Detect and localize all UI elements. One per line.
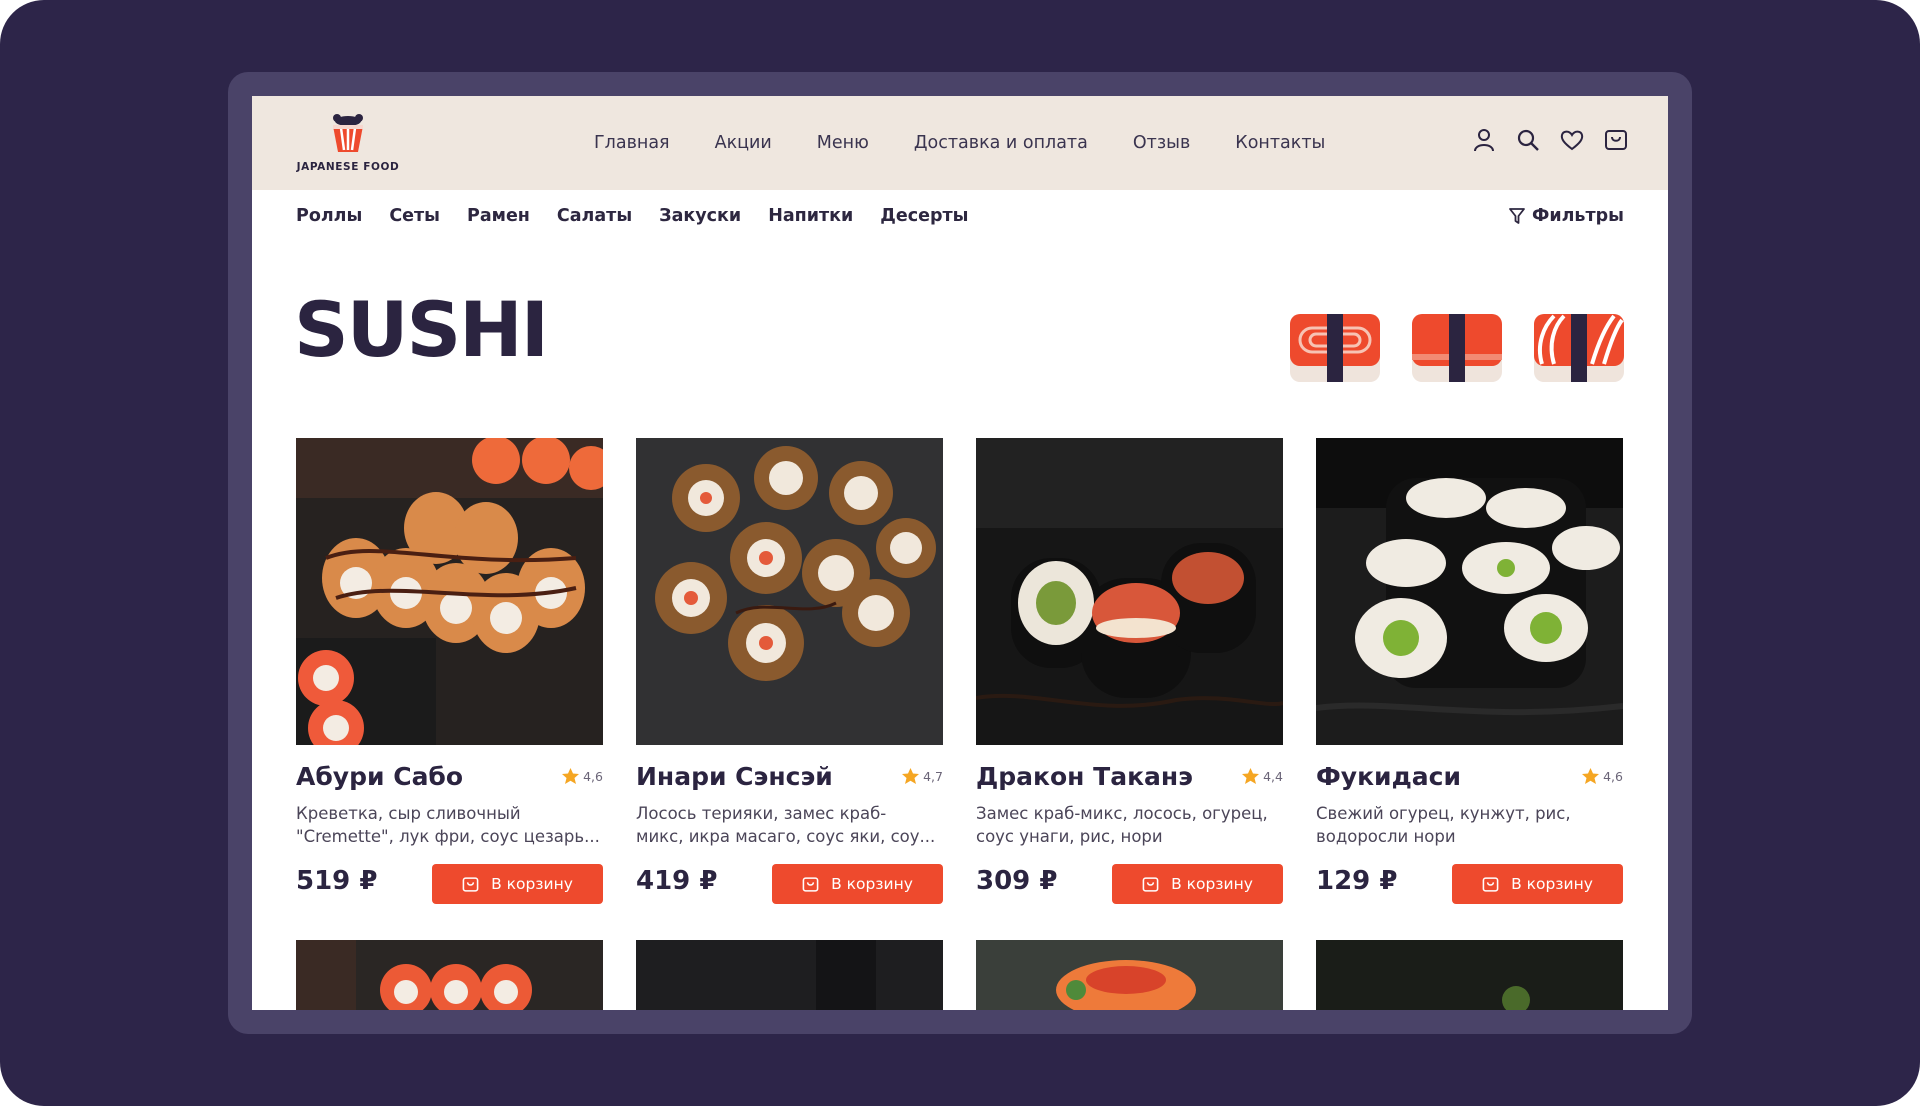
roll-type-icon[interactable]: [1290, 314, 1380, 382]
product-price: 129 ₽: [1316, 866, 1398, 896]
add-to-cart-button[interactable]: В корзину: [772, 864, 943, 904]
cart-icon: [1142, 876, 1159, 892]
product-image[interactable]: [296, 940, 603, 1010]
heart-icon[interactable]: [1560, 126, 1584, 154]
cart-icon[interactable]: [1604, 126, 1628, 154]
description-line: Креветка, сыр сливочный: [296, 804, 521, 823]
category-drinks[interactable]: Напитки: [768, 206, 853, 226]
product-price: 309 ₽: [976, 866, 1058, 896]
category-ramen[interactable]: Рамен: [467, 206, 530, 226]
description-line: микс, икра масаго, соус яки, соу...: [636, 827, 936, 846]
page-viewport: JAPANESE FOOD Главная Акции Меню Доставк…: [252, 96, 1668, 1010]
description-line: водоросли нори: [1316, 827, 1456, 846]
product-image[interactable]: [636, 438, 943, 745]
site-header: JAPANESE FOOD Главная Акции Меню Доставк…: [252, 96, 1668, 190]
cart-icon: [1482, 876, 1499, 892]
cart-icon: [462, 876, 479, 892]
cart-icon: [802, 876, 819, 892]
product-image[interactable]: [296, 438, 603, 745]
product-image[interactable]: [976, 438, 1283, 745]
product-description: Лосось терияки, замес краб- микс, икра м…: [636, 802, 943, 848]
product-card[interactable]: Фукидаси 4,6 Свежий огурец, кунжут, рис,…: [1316, 438, 1623, 908]
add-to-cart-button[interactable]: В корзину: [432, 864, 603, 904]
star-icon: [1582, 768, 1600, 784]
add-to-cart-label: В корзину: [1171, 875, 1253, 893]
star-icon: [562, 768, 580, 784]
description-line: Замес краб-микс, лосось, огурец,: [976, 804, 1268, 823]
product-rating: 4,7: [902, 768, 943, 784]
category-desserts[interactable]: Десерты: [880, 206, 968, 226]
category-snacks[interactable]: Закуски: [659, 206, 741, 226]
filter-icon: [1509, 208, 1525, 224]
brand-name: JAPANESE FOOD: [296, 161, 400, 173]
description-line: соус унаги, рис, нори: [976, 827, 1163, 846]
nav-contacts[interactable]: Контакты: [1235, 133, 1325, 153]
header-actions: [1472, 126, 1628, 154]
product-rating: 4,6: [1582, 768, 1623, 784]
product-description: Замес краб-микс, лосось, огурец, соус ун…: [976, 802, 1283, 848]
nav-delivery[interactable]: Доставка и оплата: [914, 133, 1088, 153]
rating-value: 4,7: [923, 768, 943, 784]
star-icon: [902, 768, 920, 784]
product-image[interactable]: [976, 940, 1283, 1010]
nav-promotions[interactable]: Акции: [715, 133, 772, 153]
rating-value: 4,4: [1263, 768, 1283, 784]
add-to-cart-label: В корзину: [831, 875, 913, 893]
product-card[interactable]: Инари Сэнсэй 4,7 Лосось терияки, замес к…: [636, 438, 943, 908]
star-icon: [1242, 768, 1260, 784]
product-card[interactable]: Абури Сабо 4,6 Креветка, сыр сливочный "…: [296, 438, 603, 908]
nigiri-type-icon[interactable]: [1412, 314, 1502, 382]
product-rating: 4,4: [1242, 768, 1283, 784]
category-rolls[interactable]: Роллы: [296, 206, 362, 226]
main-nav: Главная Акции Меню Доставка и оплата Отз…: [594, 96, 1325, 190]
category-nav: Роллы Сеты Рамен Салаты Закуски Напитки …: [296, 190, 969, 242]
product-image[interactable]: [636, 940, 943, 1010]
nav-menu[interactable]: Меню: [817, 133, 869, 153]
rating-value: 4,6: [1603, 768, 1623, 784]
add-to-cart-button[interactable]: В корзину: [1452, 864, 1623, 904]
browser-frame: JAPANESE FOOD Главная Акции Меню Доставк…: [228, 72, 1692, 1034]
nav-review[interactable]: Отзыв: [1133, 133, 1190, 153]
product-image[interactable]: [1316, 940, 1623, 1010]
product-card[interactable]: Дракон Таканэ 4,4 Замес краб-микс, лосос…: [976, 438, 1283, 908]
product-description: Свежий огурец, кунжут, рис, водоросли но…: [1316, 802, 1623, 848]
product-description: Креветка, сыр сливочный "Cremette", лук …: [296, 802, 603, 848]
user-icon[interactable]: [1472, 126, 1496, 154]
page-title: SUSHI: [294, 285, 549, 374]
logo-icon: [333, 114, 363, 152]
product-name: Дракон Таканэ: [976, 762, 1194, 791]
salmon-nigiri-type-icon[interactable]: [1534, 314, 1624, 382]
description-line: "Cremette", лук фри, соус цезарь...: [296, 827, 600, 846]
product-name: Абури Сабо: [296, 762, 464, 791]
product-price: 519 ₽: [296, 866, 378, 896]
product-image[interactable]: [1316, 438, 1623, 745]
filters-label: Фильтры: [1532, 206, 1624, 226]
category-salads[interactable]: Салаты: [557, 206, 632, 226]
add-to-cart-button[interactable]: В корзину: [1112, 864, 1283, 904]
product-name: Инари Сэнсэй: [636, 762, 833, 791]
product-name: Фукидаси: [1316, 762, 1461, 791]
product-rating: 4,6: [562, 768, 603, 784]
brand-logo[interactable]: JAPANESE FOOD: [296, 112, 400, 176]
category-sets[interactable]: Сеты: [389, 206, 440, 226]
add-to-cart-label: В корзину: [491, 875, 573, 893]
description-line: Лосось терияки, замес краб-: [636, 804, 887, 823]
filters-button[interactable]: Фильтры: [1508, 190, 1624, 242]
product-grid-row-2: [296, 940, 1626, 1010]
product-price: 419 ₽: [636, 866, 718, 896]
app-backdrop: JAPANESE FOOD Главная Акции Меню Доставк…: [0, 0, 1920, 1106]
add-to-cart-label: В корзину: [1511, 875, 1593, 893]
nav-home[interactable]: Главная: [594, 133, 670, 153]
search-icon[interactable]: [1516, 126, 1540, 154]
sushi-type-switcher: [1290, 314, 1624, 382]
rating-value: 4,6: [583, 768, 603, 784]
description-line: Свежий огурец, кунжут, рис,: [1316, 804, 1571, 823]
